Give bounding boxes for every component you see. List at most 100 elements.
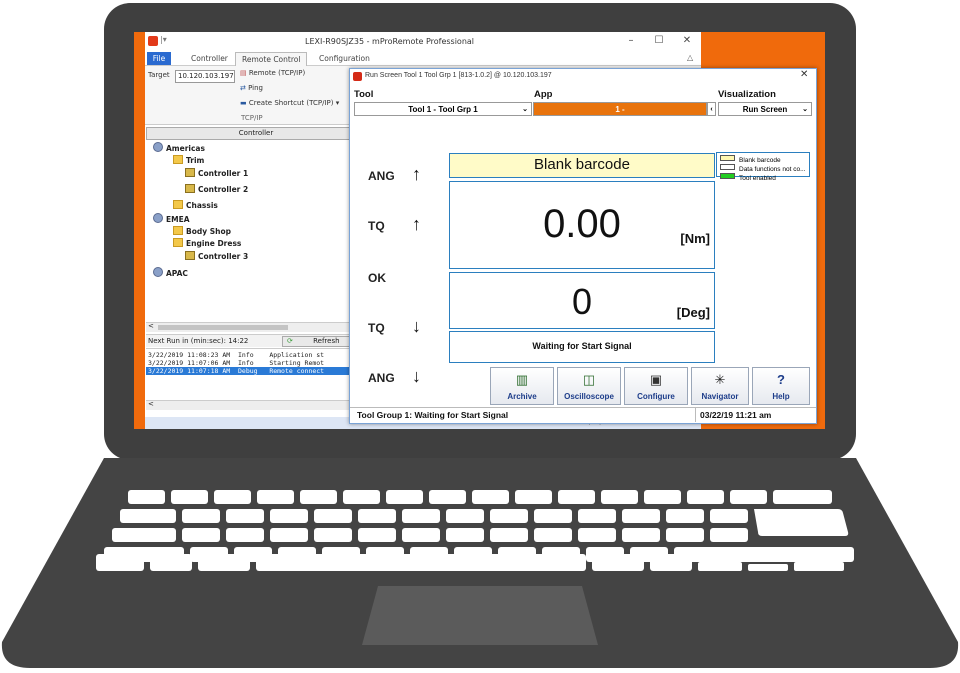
torque-value: 0.00 <box>543 202 621 246</box>
angle-unit: [Deg] <box>676 305 710 320</box>
tree-item-controller-1[interactable]: Controller 1 <box>185 168 248 178</box>
app-label: App <box>534 89 553 100</box>
tree-item-apac[interactable]: APAC <box>153 267 188 278</box>
arrow-down-icon: ↓ <box>412 316 421 336</box>
legend-box: Blank barcode Data functions not co... T… <box>716 152 810 182</box>
tab-file[interactable]: File <box>147 52 171 65</box>
laptop-screen: |▾ LEXI-R90SJZ35 - mProRemote Profession… <box>134 32 825 429</box>
oscilloscope-icon: ◫ <box>582 372 596 387</box>
log-list: 3/22/2019 11:08:23 AM Info Application s… <box>146 348 366 399</box>
next-run-bar: Next Run in (min:sec): 14:22 ⟳ Refresh <box>146 334 364 347</box>
chevron-left-icon: ‹ <box>710 106 713 113</box>
tree-item-controller-3[interactable]: Controller 3 <box>185 251 248 261</box>
app-prev-button[interactable]: ‹ <box>707 102 716 116</box>
target-input[interactable]: 10.120.103.197 <box>175 70 235 83</box>
measure-ang-high-label: ANG <box>368 169 395 183</box>
measure-tq-high-label: TQ <box>368 219 385 233</box>
help-button[interactable]: ? Help <box>752 367 810 405</box>
close-button[interactable]: ✕ <box>800 69 808 80</box>
angle-value: 0 <box>571 281 593 322</box>
visualization-label: Visualization <box>718 89 776 100</box>
measure-ok-label: OK <box>368 271 386 285</box>
tab-configuration[interactable]: Configuration <box>313 52 376 65</box>
measure-tq-low-label: TQ <box>368 321 385 335</box>
chevron-down-icon: ⌄ <box>522 106 528 113</box>
log-row[interactable]: 3/22/2019 11:07:06 AM Info Starting Remo… <box>148 359 324 367</box>
remote-icon: ▤ <box>240 69 247 77</box>
maximize-button[interactable]: ☐ <box>649 35 669 46</box>
legend-swatch <box>720 164 735 170</box>
log-row-selected[interactable]: 3/22/2019 11:07:18 AM Debug Remote conne… <box>146 367 366 375</box>
next-run-text: Next Run in (min:sec): 14:22 <box>148 337 249 345</box>
close-button[interactable]: ✕ <box>677 35 697 46</box>
legend-item: Tool enabled <box>720 173 806 182</box>
legend-swatch <box>720 155 735 161</box>
scroll-left-icon[interactable]: < <box>148 400 154 408</box>
torque-display: 0.00 [Nm] <box>449 181 715 269</box>
region-icon <box>153 267 163 277</box>
folder-icon <box>173 238 183 247</box>
arrow-down-icon: ↓ <box>412 366 421 386</box>
tree-item-controller-2[interactable]: Controller 2 <box>185 184 248 194</box>
log-horizontal-scrollbar[interactable]: < <box>146 400 364 410</box>
legend-item: Data functions not co... <box>720 164 806 173</box>
folder-icon <box>173 226 183 235</box>
refresh-button[interactable]: ⟳ Refresh <box>282 336 352 347</box>
quick-access-menu-icon[interactable]: |▾ <box>160 35 167 44</box>
touchpad[interactable] <box>362 586 598 645</box>
shortcut-icon: ▬ <box>240 99 247 107</box>
configure-button[interactable]: ▣ Configure <box>624 367 688 405</box>
ping-button[interactable]: ⇄ Ping <box>240 84 263 92</box>
app-logo-icon <box>148 36 158 46</box>
tool-select[interactable]: Tool 1 - Tool Grp 1 ⌄ <box>354 102 532 116</box>
folder-icon <box>173 200 183 209</box>
app-select[interactable]: 1 - <box>533 102 707 116</box>
visualization-select[interactable]: Run Screen ⌄ <box>718 102 812 116</box>
run-screen-window: Run Screen Tool 1 Tool Grp 1 [813-1.0.2]… <box>349 68 817 424</box>
barcode-display: Blank barcode <box>449 153 715 178</box>
status-message: Waiting for Start Signal <box>449 331 715 363</box>
configure-icon: ▣ <box>649 372 663 387</box>
scroll-thumb[interactable] <box>158 325 288 330</box>
torque-unit: [Nm] <box>680 231 710 246</box>
tree-item-emea[interactable]: EMEA <box>153 213 190 224</box>
status-left-text: Tool Group 1: Waiting for Start Signal <box>357 410 509 420</box>
navigator-icon: ✳ <box>714 372 726 387</box>
log-row[interactable]: 3/22/2019 11:08:23 AM Info Application s… <box>148 351 324 359</box>
run-screen-statusbar: Tool Group 1: Waiting for Start Signal 0… <box>350 407 816 423</box>
tree-item-chassis[interactable]: Chassis <box>173 200 218 210</box>
tab-controller[interactable]: Controller <box>185 52 234 65</box>
archive-button[interactable]: ▥ Archive <box>490 367 554 405</box>
ribbon-collapse-icon[interactable]: △ <box>687 53 693 62</box>
controller-tree: Americas Trim Controller 1 Controller 2 … <box>149 142 361 322</box>
tree-item-engine-dress[interactable]: Engine Dress <box>173 238 241 248</box>
ribbon-group-label: TCP/IP <box>241 114 263 122</box>
region-icon <box>153 142 163 152</box>
help-icon: ? <box>777 372 785 387</box>
oscilloscope-button[interactable]: ◫ Oscilloscope <box>557 367 621 405</box>
minimize-button[interactable]: – <box>621 35 641 46</box>
angle-display: 0 [Deg] <box>449 272 715 329</box>
arrow-up-icon: ↑ <box>412 214 421 234</box>
archive-books-icon: ▥ <box>515 372 529 387</box>
navigator-button[interactable]: ✳ Navigator <box>691 367 749 405</box>
legend-item: Blank barcode <box>720 155 806 164</box>
tab-remote-control[interactable]: Remote Control <box>235 52 308 66</box>
create-shortcut-button[interactable]: ▬ Create Shortcut (TCP/IP) ▾ <box>240 99 339 107</box>
window-title: LEXI-R90SJZ35 - mProRemote Professional <box>305 37 475 46</box>
controller-icon <box>185 251 195 260</box>
remote-tcpip-button[interactable]: ▤ Remote (TCP/IP) <box>240 69 305 77</box>
tree-item-trim[interactable]: Trim <box>173 155 204 165</box>
scroll-left-icon[interactable]: < <box>148 322 154 330</box>
ribbon-tabs: File Controller Remote Control Configura… <box>145 52 701 66</box>
run-screen-title: Run Screen Tool 1 Tool Grp 1 [813-1.0.2]… <box>365 72 552 79</box>
arrow-up-icon: ↑ <box>412 164 421 184</box>
status-divider <box>695 407 696 422</box>
tree-item-body-shop[interactable]: Body Shop <box>173 226 231 236</box>
folder-icon <box>173 155 183 164</box>
controller-icon <box>185 184 195 193</box>
tree-horizontal-scrollbar[interactable]: < <box>146 322 364 332</box>
controller-column-header[interactable]: Controller <box>146 127 366 140</box>
app-logo-icon <box>353 72 362 81</box>
tree-item-americas[interactable]: Americas <box>153 142 205 153</box>
